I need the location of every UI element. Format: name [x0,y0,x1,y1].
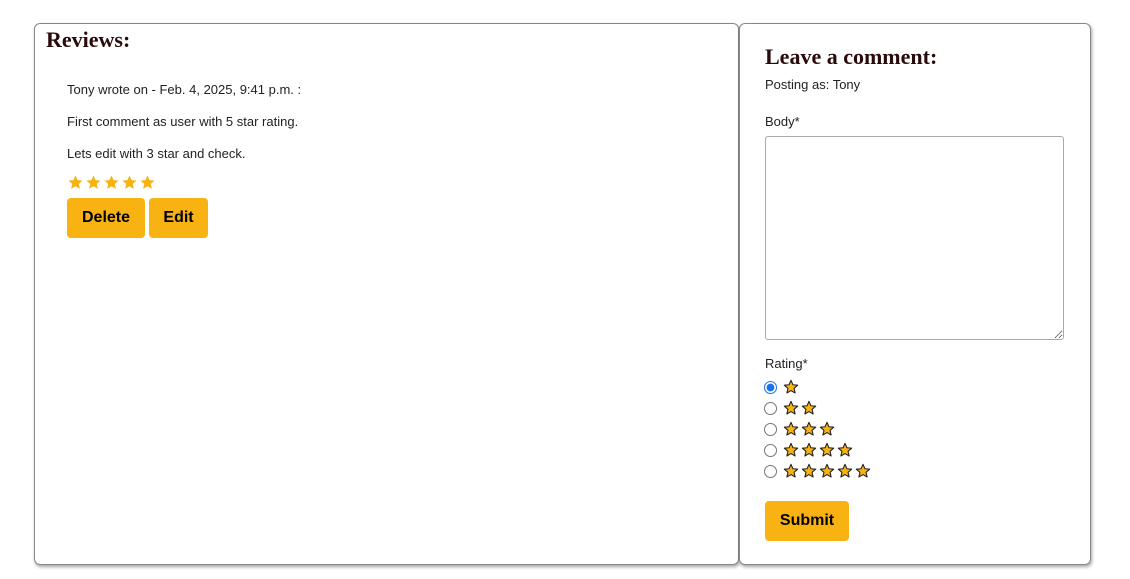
outlined-star-icon [855,463,871,478]
rating-radio-4[interactable] [764,443,777,457]
review-item: Tony wrote on - Feb. 4, 2025, 9:41 p.m. … [67,82,302,189]
reviews-title: Reviews: [46,27,131,52]
review-body-line-1: First comment as user with 5 star rating… [67,114,299,129]
rating-option-1[interactable] [764,377,799,397]
rating-option-stars [783,379,799,395]
star-icon [86,175,101,189]
outlined-star-icon [819,463,835,478]
outlined-star-icon [783,400,799,415]
body-label: Body* [765,114,800,129]
delete-button[interactable]: Delete [67,198,145,238]
outlined-star-icon [783,442,799,457]
rating-option-2[interactable] [764,398,817,418]
outlined-star-icon [837,463,853,478]
rating-radio-1[interactable] [764,380,777,394]
rating-option-stars [783,400,817,416]
outlined-star-icon [819,421,835,436]
outlined-star-icon [783,421,799,436]
star-icon [104,175,119,189]
review-body-line-2: Lets edit with 3 star and check. [67,146,246,161]
outlined-star-icon [801,463,817,478]
rating-option-stars [783,463,871,479]
star-icon [68,175,83,189]
rating-radio-2[interactable] [764,401,777,415]
comment-form-title: Leave a comment: [765,44,938,69]
rating-option-3[interactable] [764,419,835,439]
outlined-star-icon [837,442,853,457]
edit-button[interactable]: Edit [149,198,208,238]
review-rating [67,174,156,191]
rating-radio-3[interactable] [764,422,777,436]
outlined-star-icon [801,442,817,457]
outlined-star-icon [801,421,817,436]
rating-option-4[interactable] [764,440,853,460]
star-icon [122,175,137,189]
reviews-panel: Reviews: Tony wrote on - Feb. 4, 2025, 9… [34,23,739,565]
rating-label: Rating* [765,356,808,371]
posting-as-text: Posting as: Tony [765,77,861,92]
outlined-star-icon [801,400,817,415]
rating-option-stars [783,421,835,437]
outlined-star-icon [819,442,835,457]
comment-form-panel: Leave a comment: Posting as: Tony Body* … [739,23,1091,565]
rating-option-5[interactable] [764,461,871,481]
rating-option-stars [783,442,853,458]
outlined-star-icon [783,379,799,394]
rating-radio-5[interactable] [764,464,777,478]
outlined-star-icon [783,463,799,478]
body-textarea[interactable] [765,136,1064,340]
submit-button[interactable]: Submit [765,501,849,541]
review-author-line: Tony wrote on - Feb. 4, 2025, 9:41 p.m. … [67,82,302,97]
star-icon [140,175,155,189]
